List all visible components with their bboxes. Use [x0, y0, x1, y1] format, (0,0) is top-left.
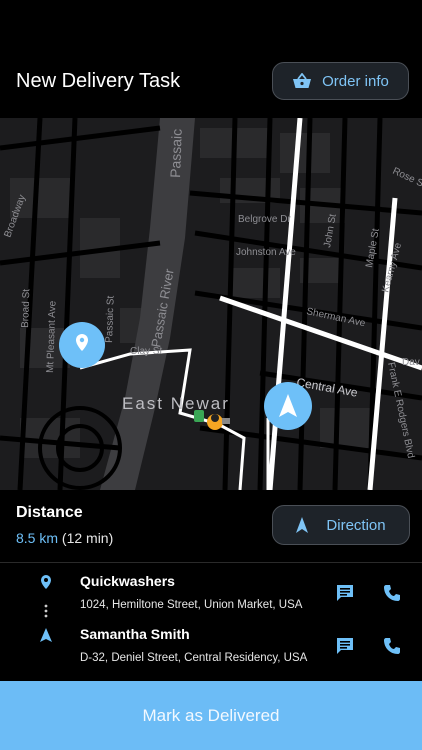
phone-icon[interactable] — [383, 584, 401, 602]
mark-delivered-label: Mark as Delivered — [142, 705, 280, 725]
dropoff-stop: Samantha Smith D-32, Deniel Street, Cent… — [0, 619, 422, 671]
divider — [0, 562, 422, 563]
destination-marker[interactable] — [264, 382, 312, 430]
origin-marker[interactable] — [59, 322, 105, 368]
distance-km: 8.5 km — [16, 530, 59, 546]
message-icon[interactable] — [336, 584, 354, 602]
location-pin-icon — [41, 575, 51, 589]
dropoff-name: Samantha Smith — [80, 626, 190, 642]
map-label: Passaic St — [104, 295, 117, 343]
pickup-name: Quickwashers — [80, 573, 175, 589]
map-label: East Newar — [122, 394, 230, 413]
distance-duration: (12 min) — [61, 530, 114, 546]
map-label: Clay St — [130, 346, 162, 357]
direction-button[interactable]: Direction — [272, 505, 410, 545]
basket-icon — [293, 73, 312, 88]
map-view[interactable]: Passaic Passaic River Rose St Broadway B… — [0, 118, 422, 490]
navigation-arrow-icon — [296, 517, 309, 533]
mark-delivered-button[interactable]: Mark as Delivered — [0, 681, 422, 750]
page-title: New Delivery Task — [16, 70, 181, 92]
dropoff-address: D-32, Deniel Street, Central Residency, … — [80, 652, 308, 664]
navigation-arrow-icon — [40, 628, 52, 642]
phone-icon[interactable] — [383, 637, 401, 655]
header-bar: New Delivery Task Order info — [0, 0, 422, 118]
map-label: Belgrove Dr — [238, 214, 291, 225]
map-label: Johnston Ave — [236, 247, 296, 258]
route-dots-icon — [44, 604, 48, 618]
map-label: Broad St — [20, 289, 32, 328]
distance-value-row: 8.5 km (12 min) — [16, 530, 113, 546]
pickup-stop: Quickwashers 1024, Hemiltone Street, Uni… — [0, 566, 422, 618]
pickup-address: 1024, Hemiltone Street, Union Market, US… — [80, 599, 303, 611]
message-icon[interactable] — [336, 637, 354, 655]
map-label: Passaic — [167, 129, 185, 179]
map-label: Dav — [402, 357, 420, 368]
distance-panel: Distance 8.5 km (12 min) Direction — [0, 490, 422, 562]
order-info-label: Order info — [322, 72, 389, 90]
distance-label: Distance — [16, 504, 83, 521]
order-info-button[interactable]: Order info — [272, 62, 409, 100]
direction-label: Direction — [326, 516, 386, 534]
